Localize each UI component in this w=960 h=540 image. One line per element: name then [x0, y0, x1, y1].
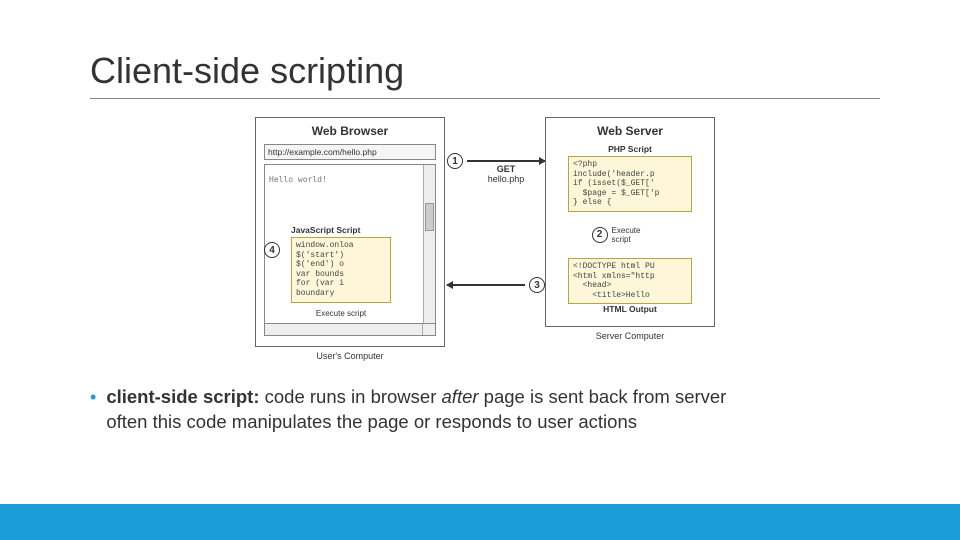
server-caption: Server Computer — [545, 331, 715, 341]
js-script-title: JavaScript Script — [291, 225, 391, 235]
server-title: Web Server — [554, 124, 706, 138]
get-file: hello.php — [488, 174, 525, 184]
slide: Client-side scripting Web Browser http:/… — [0, 0, 960, 540]
web-server-panel: Web Server PHP Script <?php include('hea… — [545, 117, 715, 327]
server-column: Web Server PHP Script <?php include('hea… — [545, 117, 715, 361]
bullet-text: client-side script: code runs in browser… — [106, 385, 726, 435]
arrow-response: 3 — [447, 277, 545, 293]
scrollbar-vertical — [423, 165, 435, 323]
javascript-block: JavaScript Script window.onloa $('start'… — [291, 225, 391, 318]
bullet-icon: • — [90, 385, 96, 435]
browser-viewport: Hello world! JavaScript Script window.on… — [264, 164, 436, 324]
browser-column: Web Browser http://example.com/hello.php… — [255, 117, 445, 361]
web-browser-panel: Web Browser http://example.com/hello.php… — [255, 117, 445, 347]
js-code-box: window.onloa $('start') $('end') o var b… — [291, 237, 391, 303]
php-block: PHP Script <?php include('header.p if (i… — [554, 144, 706, 212]
hello-text: Hello world! — [269, 175, 327, 184]
php-script-title: PHP Script — [554, 144, 706, 154]
page-title: Client-side scripting — [90, 50, 880, 99]
get-label: GET hello.php — [488, 164, 525, 184]
address-bar: http://example.com/hello.php — [264, 144, 436, 160]
bullet-line2: often this code manipulates the page or … — [106, 411, 637, 432]
bullet-item: • client-side script: code runs in brows… — [90, 385, 880, 435]
browser-title: Web Browser — [264, 124, 436, 138]
scrollbar-horizontal — [264, 324, 436, 336]
step-3-badge: 3 — [529, 277, 545, 293]
server-exec-label: Execute script — [612, 226, 641, 244]
bullet-term: client-side script: — [106, 386, 259, 407]
php-code-box: <?php include('header.p if (isset($_GET[… — [568, 156, 692, 212]
html-output-title: HTML Output — [554, 304, 706, 314]
arrow-get: 1 GET hello.php — [447, 153, 545, 169]
browser-caption: User's Computer — [255, 351, 445, 361]
step-2-badge: 2 — [592, 227, 608, 243]
bullet-after: after — [442, 386, 479, 407]
step-1-badge: 1 — [447, 153, 463, 169]
get-verb: GET — [497, 164, 516, 174]
bullet-mid: code runs in browser — [260, 386, 442, 407]
browser-exec-label: Execute script — [291, 309, 391, 318]
footer-bar — [0, 504, 960, 540]
html-block: <!DOCTYPE html PU <html xmlns="http <hea… — [554, 258, 706, 316]
bullet-tail: page is sent back from server — [479, 386, 727, 407]
arrow-right-icon: GET hello.php — [467, 160, 545, 162]
arrow-left-icon — [447, 284, 525, 286]
html-code-box: <!DOCTYPE html PU <html xmlns="http <hea… — [568, 258, 692, 304]
step-2-row: 2 Execute script — [526, 226, 706, 244]
step-4-badge: 4 — [264, 242, 280, 258]
bullet-list: • client-side script: code runs in brows… — [90, 385, 880, 435]
diagram: Web Browser http://example.com/hello.php… — [255, 117, 715, 361]
